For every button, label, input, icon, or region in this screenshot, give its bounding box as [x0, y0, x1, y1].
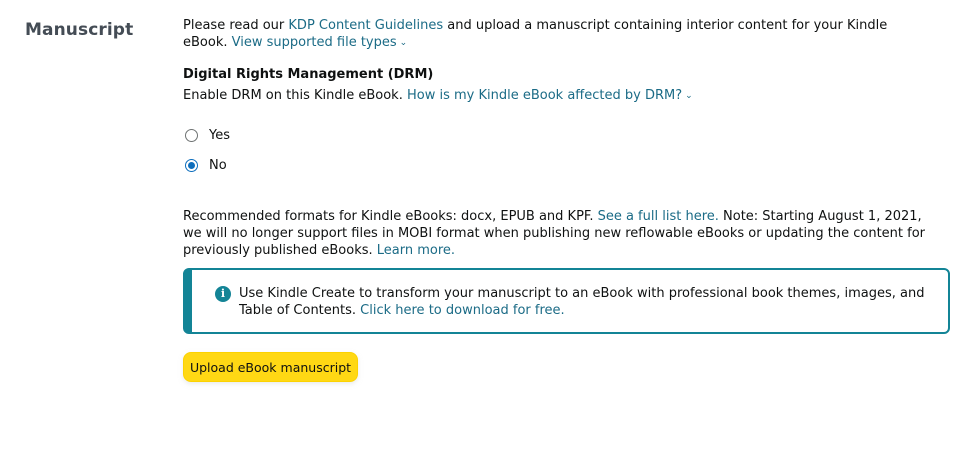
learn-more-link[interactable]: Learn more. — [377, 243, 455, 258]
formats-text-before: Recommended formats for Kindle eBooks: d… — [183, 209, 598, 224]
chevron-down-icon: ⌄ — [399, 38, 408, 48]
info-icon: i — [215, 286, 231, 302]
intro-text-before: Please read our — [183, 18, 289, 33]
upload-ebook-manuscript-button[interactable]: Upload eBook manuscript — [183, 352, 358, 382]
info-text: Use Kindle Create to transform your manu… — [239, 285, 929, 319]
radio-label-yes: Yes — [209, 128, 230, 143]
see-full-list-link[interactable]: See a full list here. — [598, 209, 719, 224]
download-kindle-create-link[interactable]: Click here to download for free. — [360, 303, 564, 318]
intro-text: Please read our KDP Content Guidelines a… — [183, 17, 918, 52]
radio-button-yes[interactable] — [185, 129, 198, 142]
drm-help-link[interactable]: How is my Kindle eBook affected by DRM? ⌄ — [407, 88, 693, 103]
view-supported-file-types-link[interactable]: View supported file types ⌄ — [232, 35, 408, 50]
section-title: Manuscript — [25, 20, 134, 40]
drm-description: Enable DRM on this Kindle eBook. How is … — [183, 88, 693, 103]
formats-text: Recommended formats for Kindle eBooks: d… — [183, 208, 928, 259]
drm-description-text: Enable DRM on this Kindle eBook. — [183, 88, 407, 103]
drm-help-label: How is my Kindle eBook affected by DRM? — [406, 88, 683, 103]
kdp-content-guidelines-link[interactable]: KDP Content Guidelines — [288, 18, 443, 33]
file-types-label: View supported file types — [231, 35, 397, 50]
radio-button-no[interactable] — [185, 159, 198, 172]
kindle-create-info-box: i Use Kindle Create to transform your ma… — [183, 268, 950, 334]
drm-option-no[interactable]: No — [185, 158, 227, 173]
drm-option-yes[interactable]: Yes — [185, 128, 230, 143]
radio-label-no: No — [209, 158, 227, 173]
info-message: Use Kindle Create to transform your manu… — [239, 286, 925, 318]
drm-heading: Digital Rights Management (DRM) — [183, 67, 434, 82]
manuscript-content: Please read our KDP Content Guidelines a… — [183, 17, 950, 382]
chevron-down-icon: ⌄ — [685, 91, 693, 101]
